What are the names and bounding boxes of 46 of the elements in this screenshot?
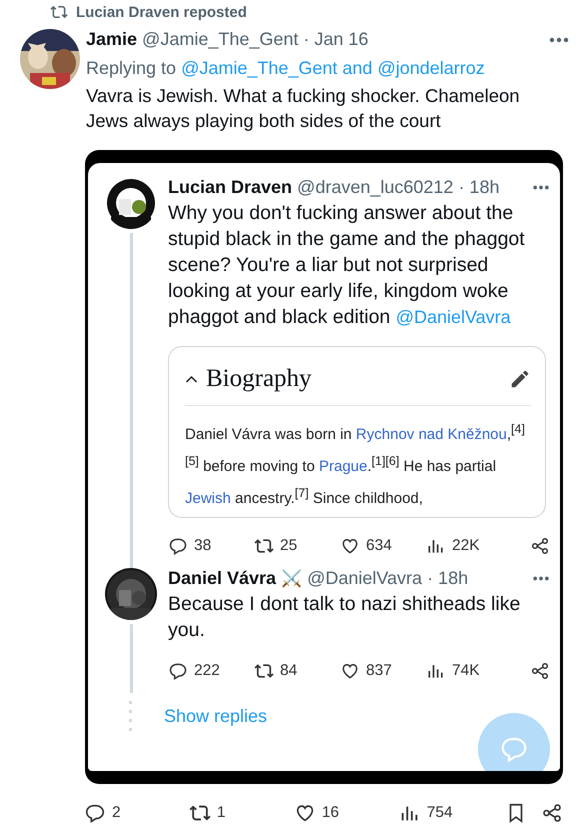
replying-label: Replying to [86,58,176,79]
post-text: Why you don't fucking answer about the stupid black in the game and the phaggot scene? You're a liar but not surprised looking at your early life, kingdom woke phaggot and black edition @DanielVavra [168,201,526,330]
reply-icon[interactable] [168,536,188,556]
pencil-icon[interactable] [509,368,531,390]
author-handle[interactable]: @DanielVavra [307,568,422,589]
share-icon[interactable] [541,802,564,824]
author-handle[interactable]: @Jamie_The_Gent [142,29,298,50]
repost-icon [50,3,68,21]
post-time: · 18h [458,177,500,198]
wiki-link[interactable]: Prague [318,458,368,475]
badge-emoji: ⚔ [281,568,302,589]
chevron-icon[interactable] [185,375,198,383]
reply-icon[interactable] [84,802,106,824]
like-icon[interactable] [340,661,360,681]
action-count: 74K [452,662,480,680]
share-icon[interactable] [530,661,550,681]
repost-label: Lucian Draven reposted [76,4,247,20]
author-name[interactable]: Jamie [86,29,138,50]
wiki-link[interactable]: Rychnov nad Kněžnou [356,426,507,443]
action-count: 25 [280,537,298,555]
like-icon[interactable] [340,536,360,556]
more-icon[interactable] [532,185,550,190]
wiki-link[interactable]: Jewish [185,490,231,507]
action-count: 837 [366,662,392,680]
action-count: 1 [216,804,226,822]
author-handle[interactable]: @draven_luc60212 [297,177,454,198]
post-time: · Jan 16 [303,29,368,50]
action-count: 2 [112,804,121,822]
action-count: 634 [366,537,392,555]
post-text: Vavra is Jewish. What a fucking shocker. Chameleon Jews always playing both sides of the court [86,84,521,133]
card-paragraph: Daniel Vávra was born in Rychnov nad Kněžnou,$^{[4]}$$^{[5]}$ before moving to Prague.$^{[1][6]}$ He has partial Jewish ancestry.$^{[7]}$ Since childhood, [185,421,526,509]
share-icon[interactable] [530,536,550,556]
author-name[interactable]: Lucian Draven [168,177,292,198]
action-count: 222 [194,662,220,680]
action-count: 16 [322,804,340,822]
action-count: 22K [452,537,480,555]
card-title: Biography [206,365,312,393]
action-count: 38 [194,537,212,555]
reply-icon[interactable] [168,661,188,681]
more-icon[interactable] [549,36,569,42]
post-text: Because I dont talk to nazi shitheads like you. [168,592,522,643]
post-time: · 18h [427,568,468,589]
author-name[interactable]: Daniel Vávra [168,568,276,589]
action-count: 84 [280,662,298,680]
more-icon[interactable] [532,576,550,581]
action-count: 754 [426,804,453,822]
